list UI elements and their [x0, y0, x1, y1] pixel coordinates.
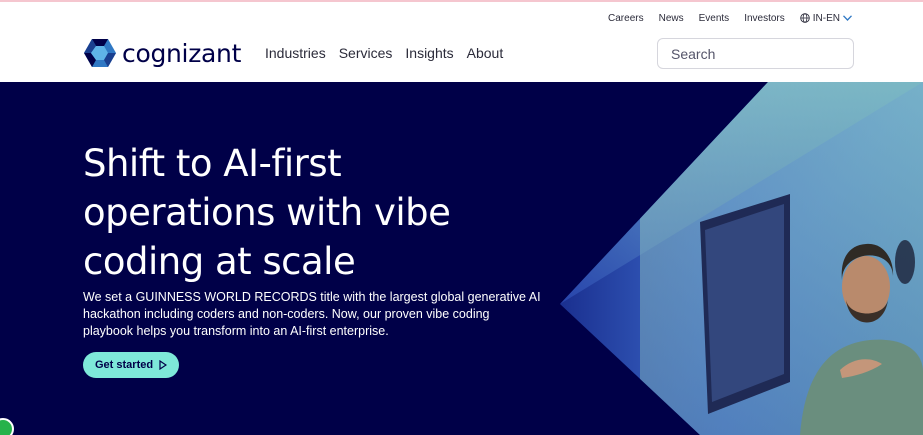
play-arrow-icon [159, 360, 168, 370]
main-nav: Industries Services Insights About [265, 45, 516, 61]
utility-link-investors[interactable]: Investors [744, 13, 785, 24]
language-selector[interactable]: IN-EN [800, 13, 855, 24]
nav-item-services[interactable]: Services [339, 45, 393, 61]
brand-name: cognizant [122, 38, 242, 68]
cognizant-logo-icon [84, 39, 116, 67]
utility-link-events[interactable]: Events [699, 13, 730, 24]
get-started-button[interactable]: Get started [83, 352, 180, 378]
utility-link-careers[interactable]: Careers [608, 13, 644, 24]
hero-banner: Shift to AI-first operations with vibe c… [0, 82, 923, 435]
utility-link-news[interactable]: News [659, 13, 684, 24]
language-label: IN-EN [812, 12, 840, 24]
hero-title: Shift to AI-first operations with vibe c… [83, 142, 451, 283]
brand-logo[interactable]: cognizant [83, 38, 241, 68]
search-input[interactable] [671, 45, 852, 62]
top-accent-line [0, 0, 923, 2]
get-started-label: Get started [95, 359, 154, 371]
globe-icon [800, 13, 810, 23]
utility-nav: Careers News Events Investors IN-EN [593, 10, 855, 26]
nav-item-industries[interactable]: Industries [265, 45, 326, 61]
hero-description: We set a GUINNESS WORLD RECORDS title wi… [83, 290, 541, 338]
nav-item-insights[interactable]: Insights [405, 45, 453, 61]
chevron-down-icon [843, 15, 852, 21]
search-box [657, 38, 854, 69]
nav-item-about[interactable]: About [467, 45, 504, 61]
